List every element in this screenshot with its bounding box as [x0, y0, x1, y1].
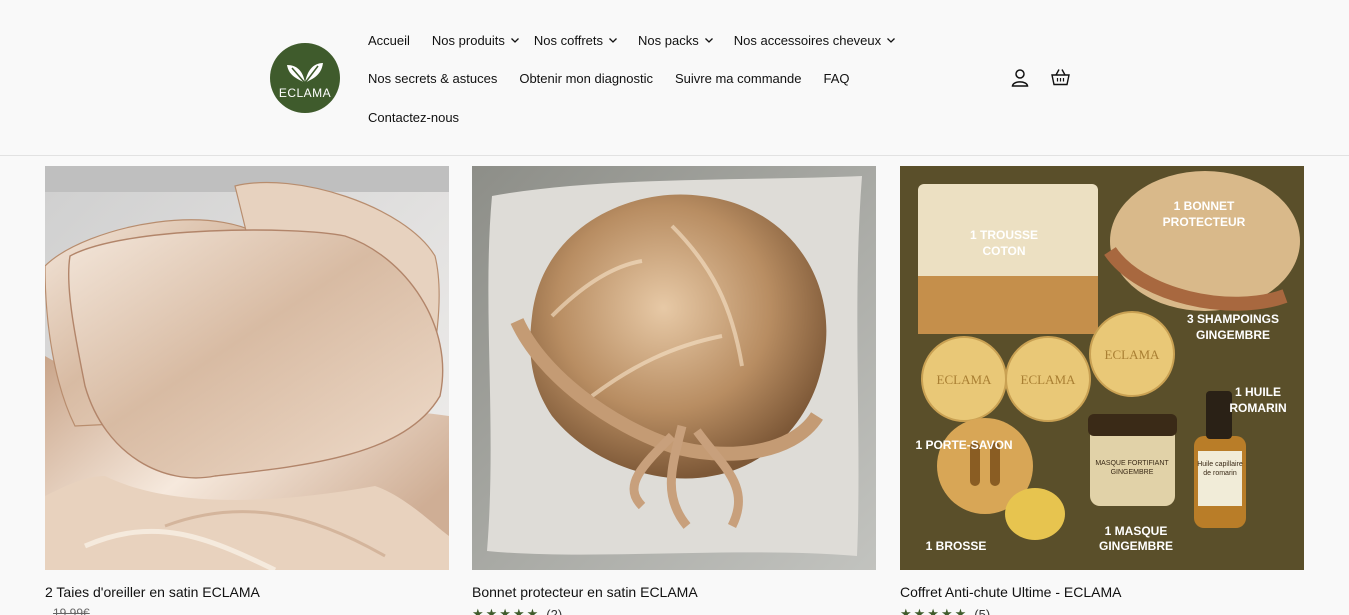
nav-label: Nos produits: [431, 32, 505, 48]
header-icons: [1010, 67, 1070, 87]
chevron-down-icon: [704, 38, 713, 43]
product-card[interactable]: 1 TROUSSE COTON 1 BONNET PROTECTEUR 3 SH…: [900, 166, 1304, 615]
product-image-pillowcases[interactable]: [45, 166, 449, 570]
product-image-bonnet[interactable]: [472, 166, 876, 570]
nav-item-diagnostic[interactable]: Obtenir mon diagnostic: [519, 71, 653, 86]
soap-brand-3: ECLAMA: [1105, 347, 1161, 362]
jar-label-1: MASQUE FORTIFIANT: [1095, 460, 1169, 467]
nav-label: Accueil: [368, 32, 410, 48]
label-masque-1: 1 MASQUE: [1105, 524, 1168, 538]
nav-item-nos-coffrets[interactable]: Nos coffrets: [534, 33, 618, 48]
review-count[interactable]: (2): [546, 607, 562, 615]
jar-label-2: GINGEMBRE: [1111, 469, 1154, 476]
nav-item-faq[interactable]: FAQ: [823, 71, 849, 86]
review-count[interactable]: (5): [974, 607, 990, 615]
nav-label: Nos accessoires cheveux: [733, 32, 882, 48]
label-huile-2: ROMARIN: [1229, 401, 1286, 415]
nav-item-nos-produits[interactable]: Nos produits: [432, 33, 520, 48]
chevron-down-icon: [609, 38, 617, 43]
logo-text: ECLAMA: [278, 85, 332, 100]
leaves-icon: [287, 62, 323, 83]
product-card[interactable]: Bonnet protecteur en satin ECLAMA ★★★★★ …: [472, 166, 876, 615]
nav-item-nos-accessoires[interactable]: Nos accessoires cheveux: [734, 33, 896, 48]
label-brosse: 1 BROSSE: [926, 539, 987, 553]
nav-row-2: Nos secrets & astuces Obtenir mon diagno…: [368, 68, 849, 88]
label-trousse-1: 1 TROUSSE: [970, 228, 1038, 242]
price-row: 19,99€: [45, 606, 90, 615]
nav-row-3: Contactez-nous: [368, 107, 459, 127]
rating-stars: ★★★★★: [472, 606, 541, 615]
old-price: 19,99€: [53, 606, 90, 615]
product-title[interactable]: Coffret Anti-chute Ultime - ECLAMA: [900, 584, 1121, 600]
product-title[interactable]: Bonnet protecteur en satin ECLAMA: [472, 584, 698, 600]
site-header: ECLAMA Accueil Nos produits Nos coffrets…: [0, 0, 1349, 156]
chevron-down-icon: [887, 38, 896, 43]
nav-item-secrets[interactable]: Nos secrets & astuces: [368, 71, 497, 86]
product-image-coffret[interactable]: 1 TROUSSE COTON 1 BONNET PROTECTEUR 3 SH…: [900, 166, 1304, 570]
rating-stars: ★★★★★: [900, 606, 969, 615]
nav-label: Nos packs: [638, 32, 699, 48]
label-trousse-2: COTON: [982, 244, 1025, 258]
nav-label: Nos coffrets: [533, 32, 604, 48]
nav-row-1: Accueil Nos produits Nos coffrets Nos pa…: [368, 30, 896, 50]
label-bonnet-1: 1 BONNET: [1174, 199, 1235, 213]
nav-item-contact[interactable]: Contactez-nous: [368, 110, 459, 125]
label-shampoings-2: GINGEMBRE: [1196, 328, 1270, 342]
label-shampoings-1: 3 SHAMPOINGS: [1187, 312, 1279, 326]
user-icon[interactable]: [1010, 67, 1030, 87]
label-porte-savon: 1 PORTE-SAVON: [915, 438, 1012, 452]
bottle-label-1: Huile capillaire: [1197, 461, 1243, 468]
soap-brand-1: ECLAMA: [937, 372, 993, 387]
bottle-label-2: de romarin: [1203, 470, 1237, 477]
label-bonnet-2: PROTECTEUR: [1163, 215, 1246, 229]
product-card[interactable]: 2 Taies d'oreiller en satin ECLAMA 19,99…: [45, 166, 449, 615]
rating-row: ★★★★★ (2): [472, 606, 562, 615]
nav-item-nos-packs[interactable]: Nos packs: [638, 33, 714, 48]
soap-brand-2: ECLAMA: [1021, 372, 1077, 387]
rating-row: ★★★★★ (5): [900, 606, 990, 615]
chevron-down-icon: [510, 38, 519, 43]
label-huile-1: 1 HUILE: [1235, 385, 1281, 399]
label-masque-2: GINGEMBRE: [1099, 539, 1173, 553]
nav-item-accueil[interactable]: Accueil: [368, 33, 410, 48]
basket-icon[interactable]: [1050, 67, 1070, 87]
product-title[interactable]: 2 Taies d'oreiller en satin ECLAMA: [45, 584, 260, 600]
brand-logo[interactable]: ECLAMA: [270, 43, 340, 113]
nav-item-suivre-commande[interactable]: Suivre ma commande: [675, 71, 801, 86]
